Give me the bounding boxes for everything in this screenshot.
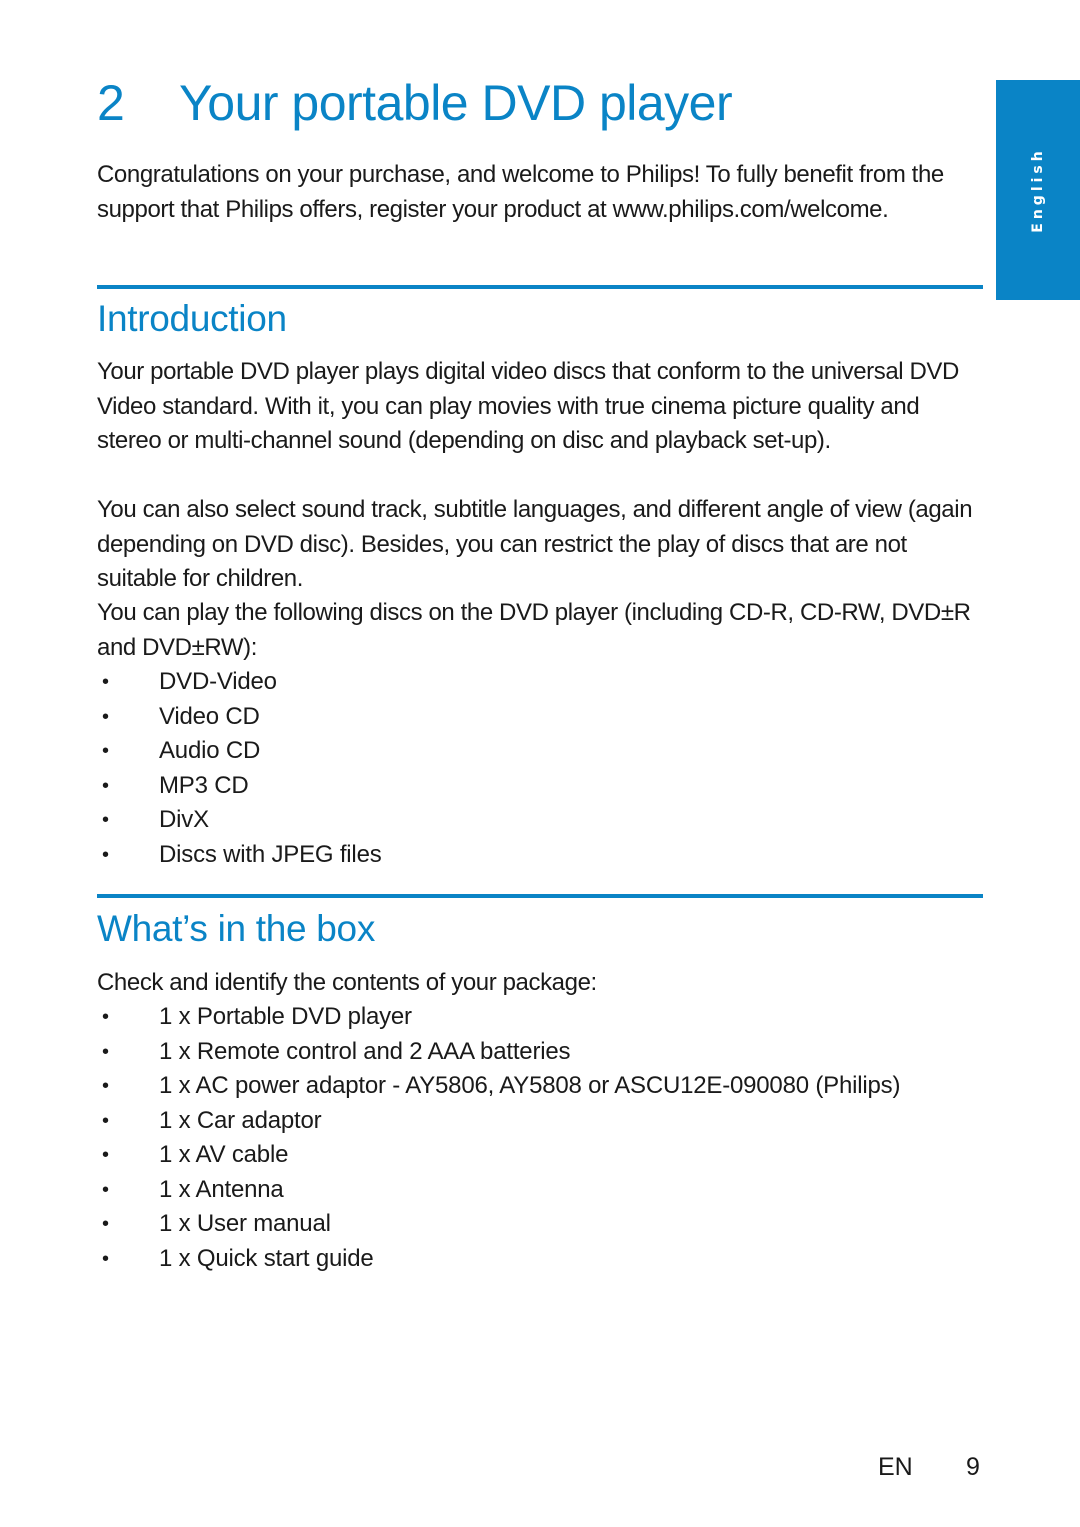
bullet-icon: • bbox=[102, 1075, 109, 1097]
list-item: • DVD-Video bbox=[97, 665, 979, 700]
bullet-icon: • bbox=[102, 1109, 109, 1132]
list-item-text: Video CD bbox=[159, 702, 260, 730]
list-item: • 1 x Car adaptor bbox=[97, 1104, 979, 1139]
bullet-icon: • bbox=[102, 774, 109, 797]
list-item-text: 1 x Antenna bbox=[159, 1175, 284, 1203]
list-item: • 1 x Portable DVD player bbox=[97, 1000, 979, 1035]
chapter-number: 2 bbox=[97, 75, 125, 131]
list-item: • 1 x Antenna bbox=[97, 1173, 979, 1208]
list-item-text: 1 x AC power adaptor - AY5806, AY5808 or… bbox=[159, 1072, 901, 1099]
chapter-intro-paragraph: Congratulations on your purchase, and we… bbox=[97, 161, 944, 223]
list-item-text: DivX bbox=[159, 806, 209, 833]
box-contents-list: • 1 x Portable DVD player • 1 x Remote con… bbox=[97, 1000, 979, 1276]
list-item-text: Discs with JPEG files bbox=[159, 840, 382, 868]
list-item-text: 1 x Car adaptor bbox=[159, 1106, 322, 1134]
list-item-text: MP3 CD bbox=[159, 771, 249, 799]
bullet-icon: • bbox=[102, 1178, 109, 1201]
page-number: 9 bbox=[966, 1453, 980, 1481]
bullet-icon: • bbox=[102, 1144, 109, 1166]
section-heading-whats-in-the-box: What’s in the box bbox=[97, 908, 376, 949]
list-item: • Audio CD bbox=[97, 734, 979, 769]
list-item-text: DVD-Video bbox=[159, 668, 277, 695]
introduction-paragraph: You can also select sound track, subtitl… bbox=[97, 496, 973, 592]
bullet-icon: • bbox=[102, 1213, 109, 1235]
language-side-tab: English bbox=[996, 80, 1080, 300]
list-item: • 1 x Remote control and 2 AAA batteries bbox=[97, 1035, 979, 1070]
list-item-text: 1 x User manual bbox=[159, 1210, 331, 1237]
bullet-icon: • bbox=[102, 843, 109, 866]
list-item: • 1 x AC power adaptor - AY5806, AY5808 o… bbox=[97, 1069, 979, 1104]
chapter-title: 2 Your portable DVD player bbox=[97, 70, 733, 136]
bullet-icon: • bbox=[102, 740, 109, 762]
bullet-icon: • bbox=[102, 1006, 109, 1028]
page-footer: EN 9 bbox=[878, 1450, 980, 1484]
list-item: • 1 x Quick start guide bbox=[97, 1242, 979, 1277]
list-item-text: 1 x Portable DVD player bbox=[159, 1003, 412, 1030]
list-item: • 1 x AV cable bbox=[97, 1138, 979, 1173]
disc-types-list: • DVD-Video • Video CD • Audio CD • MP3 CD •… bbox=[97, 665, 979, 872]
whats-in-the-box-intro: Check and identify the contents of your … bbox=[97, 969, 597, 996]
bullet-icon: • bbox=[102, 671, 109, 693]
bullet-icon: • bbox=[102, 809, 109, 831]
bullet-icon: • bbox=[102, 1247, 109, 1270]
introduction-paragraph: Your portable DVD player plays digital v… bbox=[97, 358, 959, 454]
list-item: • 1 x User manual bbox=[97, 1207, 979, 1242]
language-side-tab-label: English bbox=[1030, 147, 1046, 233]
bullet-icon: • bbox=[102, 705, 109, 728]
list-item-text: Audio CD bbox=[159, 737, 261, 764]
list-item: • MP3 CD bbox=[97, 769, 979, 804]
manual-page: 2 Your portable DVD player Congratulation… bbox=[0, 0, 1080, 1527]
section-divider-introduction bbox=[97, 285, 983, 289]
list-item: • DivX bbox=[97, 803, 979, 838]
chapter-title-text: Your portable DVD player bbox=[179, 75, 733, 131]
section-heading-introduction: Introduction bbox=[97, 298, 287, 339]
section-divider-whats-in-the-box bbox=[97, 894, 983, 898]
list-item: • Discs with JPEG files bbox=[97, 838, 979, 873]
list-item-text: 1 x Remote control and 2 AAA batteries bbox=[159, 1037, 571, 1065]
bullet-icon: • bbox=[102, 1040, 109, 1063]
list-item: • Video CD bbox=[97, 700, 979, 735]
footer-language-code: EN bbox=[878, 1453, 913, 1481]
introduction-paragraph: You can play the following discs on the … bbox=[97, 599, 971, 661]
list-item-text: 1 x Quick start guide bbox=[159, 1244, 374, 1272]
list-item-text: 1 x AV cable bbox=[159, 1141, 289, 1168]
